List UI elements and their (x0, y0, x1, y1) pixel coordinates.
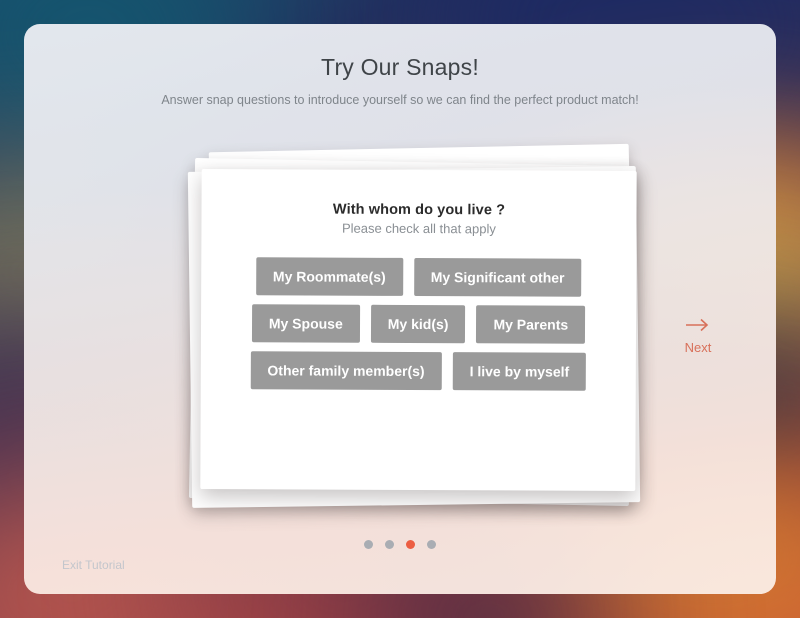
pagination-dots (24, 540, 776, 549)
question-title: With whom do you live ? (332, 201, 506, 219)
answer-options-container: My Roommate(s) My Significant other My Spo… (213, 257, 625, 392)
next-button[interactable]: Next (672, 318, 724, 355)
answer-option-button[interactable]: I live by myself (452, 352, 587, 392)
tutorial-overlay-panel: Try Our Snaps! Answer snap questions to … (24, 24, 776, 594)
answer-options-row: My Roommate(s) My Significant other (213, 257, 624, 297)
answer-options-row: My Spouse My kid(s) My Parents (213, 304, 624, 344)
arrow-right-icon (672, 318, 724, 337)
pagination-dot-active[interactable] (406, 540, 415, 549)
answer-option-button[interactable]: My Significant other (413, 257, 582, 297)
answer-option-button[interactable]: My Spouse (251, 304, 360, 343)
pagination-dot[interactable] (427, 540, 436, 549)
answer-option-button[interactable]: My kid(s) (370, 304, 466, 344)
answer-options-row: Other family member(s) I live by myself (213, 351, 624, 392)
snap-card-stack: With whom do you live ? Please check all… (176, 124, 646, 508)
answer-option-button[interactable]: Other family member(s) (250, 351, 442, 391)
answer-option-button[interactable]: My Roommate(s) (255, 257, 403, 297)
exit-tutorial-link[interactable]: Exit Tutorial (62, 558, 125, 572)
page-subtitle: Answer snap questions to introduce yours… (161, 93, 639, 107)
page-title: Try Our Snaps! (321, 54, 479, 80)
answer-option-button[interactable]: My Parents (476, 305, 586, 344)
snap-question-card: With whom do you live ? Please check all… (200, 169, 637, 491)
next-button-label: Next (684, 340, 712, 355)
pagination-dot[interactable] (385, 540, 394, 549)
question-hint: Please check all that apply (341, 220, 496, 237)
pagination-dot[interactable] (364, 540, 373, 549)
tutorial-header: Try Our Snaps! Answer snap questions to … (24, 54, 776, 109)
